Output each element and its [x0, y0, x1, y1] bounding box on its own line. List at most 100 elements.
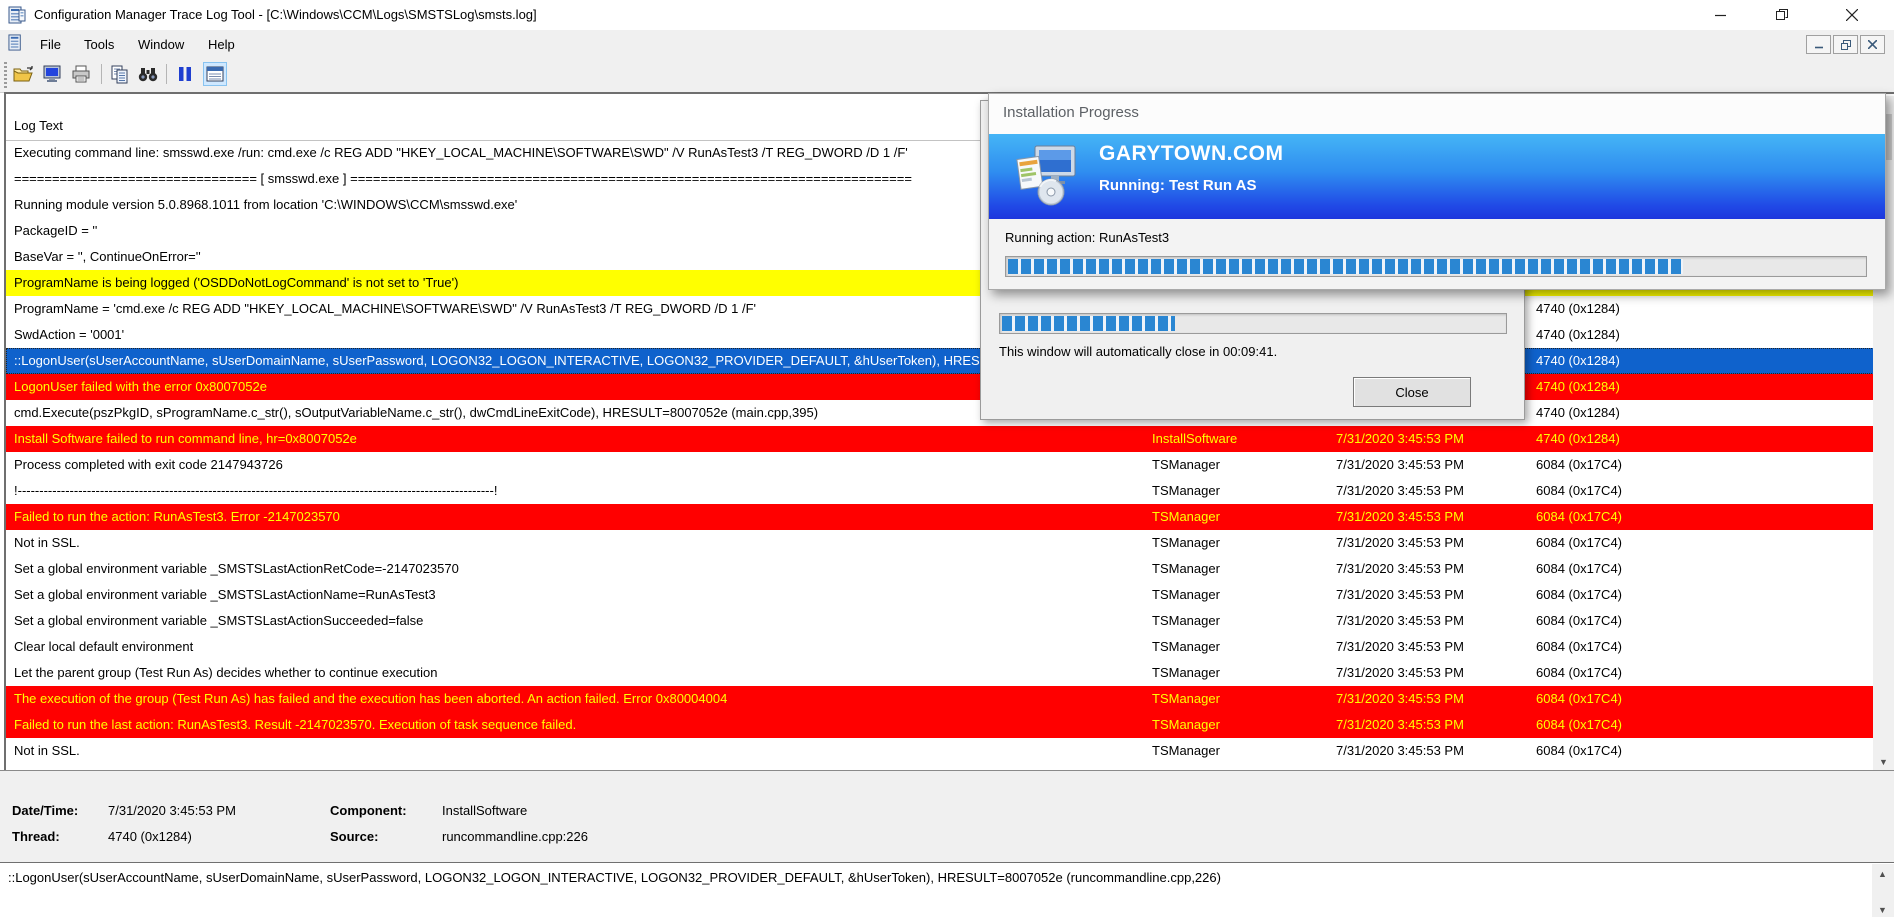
- menu-file[interactable]: File: [34, 35, 67, 54]
- log-row[interactable]: cmd.Execute(pszPkgID, sProgramName.c_str…: [6, 400, 1894, 426]
- log-row[interactable]: Install Software failed to run command l…: [6, 426, 1894, 452]
- action-progress-bar: [1005, 256, 1867, 277]
- log-row[interactable]: Set a global environment variable _SMSTS…: [6, 556, 1894, 582]
- pause-icon[interactable]: [173, 62, 197, 86]
- log-thread: 6084 (0x17C4): [1536, 634, 1622, 660]
- scroll-down-icon[interactable]: ▼: [1872, 901, 1893, 917]
- log-row[interactable]: Process completed with exit code 2147943…: [6, 452, 1894, 478]
- log-component: TSManager: [1152, 634, 1220, 660]
- component-value: InstallSoftware: [442, 803, 527, 818]
- menu-bar: File Tools Window Help: [0, 30, 1894, 58]
- source-value: runcommandline.cpp:226: [442, 829, 588, 844]
- message-preview: ::LogonUser(sUserAccountName, sUserDomai…: [0, 862, 1894, 917]
- menu-tools[interactable]: Tools: [78, 35, 120, 54]
- scroll-down-icon[interactable]: ▼: [1873, 753, 1894, 770]
- minimize-button[interactable]: [1697, 0, 1743, 30]
- scroll-up-icon[interactable]: ▲: [1872, 865, 1893, 882]
- countdown-message: This window will automatically close in …: [999, 344, 1277, 359]
- running-action-text: Running action: RunAsTest3: [1005, 230, 1169, 245]
- toolbar-gripper[interactable]: [4, 62, 7, 88]
- print-icon[interactable]: [70, 62, 94, 86]
- log-message: Not in SSL.: [14, 738, 80, 764]
- mdi-close-button[interactable]: [1860, 35, 1885, 54]
- preview-scrollbar[interactable]: ▲ ▼: [1872, 864, 1894, 917]
- menu-help[interactable]: Help: [202, 35, 241, 54]
- window-title: Configuration Manager Trace Log Tool - […: [34, 7, 537, 22]
- remote-monitor-icon[interactable]: [41, 62, 65, 86]
- package-progress-bar: [999, 313, 1507, 334]
- find-binoculars-icon[interactable]: [136, 62, 160, 86]
- log-component: TSManager: [1152, 582, 1220, 608]
- log-row[interactable]: Failed to run the last action: RunAsTest…: [6, 712, 1894, 738]
- log-row[interactable]: !---------------------------------------…: [6, 478, 1894, 504]
- log-thread: 6084 (0x17C4): [1536, 738, 1622, 764]
- log-thread: 6084 (0x17C4): [1536, 686, 1622, 712]
- datetime-label: Date/Time:: [12, 803, 78, 818]
- log-row[interactable]: ProgramName = 'cmd.exe /c REG ADD "HKEY_…: [6, 296, 1894, 322]
- document-icon: [8, 34, 25, 56]
- log-component: TSManager: [1152, 478, 1220, 504]
- log-row[interactable]: Set a global environment variable _SMSTS…: [6, 582, 1894, 608]
- mdi-minimize-button[interactable]: [1806, 35, 1831, 54]
- log-datetime: 7/31/2020 3:45:53 PM: [1336, 504, 1464, 530]
- log-row[interactable]: Clear local default environment TSManage…: [6, 634, 1894, 660]
- log-message: Set a global environment variable _SMSTS…: [14, 582, 436, 608]
- log-component: TSManager: [1152, 504, 1220, 530]
- close-countdown-button[interactable]: Close: [1353, 377, 1471, 407]
- log-message: cmd.Execute(pszPkgID, sProgramName.c_str…: [14, 400, 818, 426]
- log-datetime: 7/31/2020 3:45:53 PM: [1336, 452, 1464, 478]
- log-text-header: Log Text: [14, 118, 63, 133]
- log-message: Set a global environment variable _SMSTS…: [14, 556, 459, 582]
- log-component: TSManager: [1152, 530, 1220, 556]
- thread-value: 4740 (0x1284): [108, 829, 192, 844]
- log-message: PackageID = '': [14, 218, 97, 244]
- datetime-value: 7/31/2020 3:45:53 PM: [108, 803, 236, 818]
- running-task-sequence: Running: Test Run AS: [1099, 177, 1256, 194]
- log-datetime: 7/31/2020 3:45:53 PM: [1336, 738, 1464, 764]
- log-row[interactable]: Let the parent group (Test Run As) decid…: [6, 660, 1894, 686]
- log-thread: 6084 (0x17C4): [1536, 452, 1622, 478]
- log-row[interactable]: ::LogonUser(sUserAccountName, sUserDomai…: [6, 348, 1894, 374]
- open-file-icon[interactable]: [12, 62, 36, 86]
- log-row[interactable]: Not in SSL. TSManager 7/31/2020 3:45:53 …: [6, 530, 1894, 556]
- installation-progress-dialog: Installation Progress: [988, 93, 1886, 290]
- log-thread: 6084 (0x17C4): [1536, 608, 1622, 634]
- log-thread: 6084 (0x17C4): [1536, 530, 1622, 556]
- title-bar: Configuration Manager Trace Log Tool - […: [0, 0, 1894, 30]
- log-message: Clear local default environment: [14, 634, 193, 660]
- log-message: Install Software failed to run command l…: [14, 426, 357, 452]
- log-datetime: 7/31/2020 3:45:53 PM: [1336, 426, 1464, 452]
- source-label: Source:: [330, 829, 378, 844]
- toolbar-separator: [166, 64, 167, 84]
- log-datetime: 7/31/2020 3:45:53 PM: [1336, 582, 1464, 608]
- log-thread: 4740 (0x1284): [1536, 400, 1620, 426]
- log-thread: 6084 (0x17C4): [1536, 660, 1622, 686]
- log-component: TSManager: [1152, 556, 1220, 582]
- error-lookup-icon[interactable]: [203, 62, 227, 86]
- log-row[interactable]: LogonUser failed with the error 0x800705…: [6, 374, 1894, 400]
- log-datetime: 7/31/2020 3:45:53 PM: [1336, 686, 1464, 712]
- log-message: ProgramName is being logged ('OSDDoNotLo…: [14, 270, 458, 296]
- log-row[interactable]: Set a global environment variable _SMSTS…: [6, 608, 1894, 634]
- log-thread: 4740 (0x1284): [1536, 374, 1620, 400]
- log-thread: 4740 (0x1284): [1536, 322, 1620, 348]
- log-thread: 6084 (0x17C4): [1536, 582, 1622, 608]
- log-message: The execution of the group (Test Run As)…: [14, 686, 727, 712]
- log-row[interactable]: Not in SSL. TSManager 7/31/2020 3:45:53 …: [6, 738, 1894, 764]
- log-row[interactable]: SwdAction = '0001' 4740 (0x1284): [6, 322, 1894, 348]
- log-row[interactable]: The execution of the group (Test Run As)…: [6, 686, 1894, 712]
- log-message: Process completed with exit code 2147943…: [14, 452, 283, 478]
- mdi-restore-button[interactable]: [1833, 35, 1858, 54]
- copy-icon[interactable]: [108, 62, 132, 86]
- close-button[interactable]: [1829, 0, 1875, 30]
- log-thread: 4740 (0x1284): [1536, 426, 1620, 452]
- dialog-title-bar[interactable]: Installation Progress: [989, 94, 1885, 134]
- log-row[interactable]: Failed to run the action: RunAsTest3. Er…: [6, 504, 1894, 530]
- toolbar-separator: [101, 64, 102, 84]
- log-thread: 4740 (0x1284): [1536, 296, 1620, 322]
- dialog-banner: GARYTOWN.COM Running: Test Run AS: [989, 134, 1885, 219]
- log-message: LogonUser failed with the error 0x800705…: [14, 374, 267, 400]
- log-message: ::LogonUser(sUserAccountName, sUserDomai…: [14, 348, 1069, 374]
- restore-button[interactable]: [1759, 0, 1805, 30]
- menu-window[interactable]: Window: [132, 35, 190, 54]
